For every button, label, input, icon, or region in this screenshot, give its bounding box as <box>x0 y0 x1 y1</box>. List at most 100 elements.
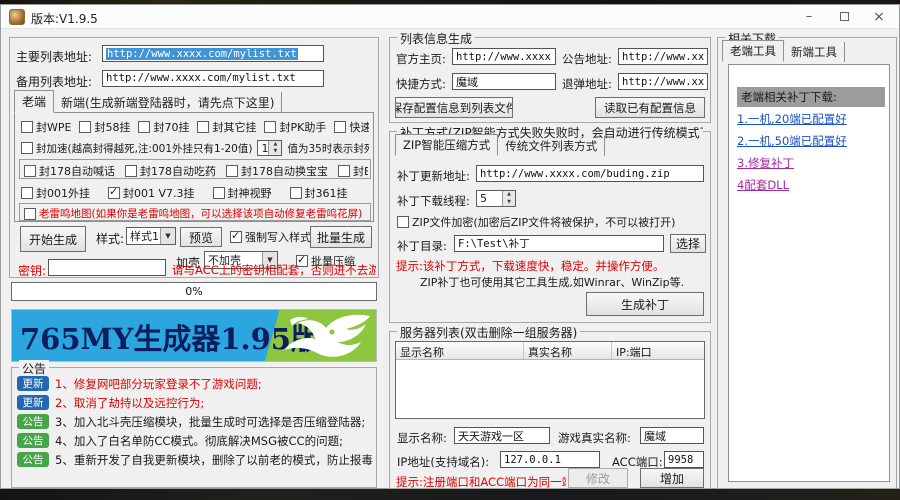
threads-label: 补丁下载线程: <box>397 193 470 209</box>
tab-traditional-mode[interactable]: 传统文件列表方式 <box>498 136 605 156</box>
minimize-button[interactable]: – <box>794 7 824 27</box>
patch-url-label: 补丁更新地址: <box>397 168 470 184</box>
start-generate-button[interactable]: 开始生成 <box>20 226 86 252</box>
read-config-button[interactable]: 读取已有配置信息 <box>595 97 705 118</box>
check-force-style[interactable]: 强制写入样式 <box>230 229 311 245</box>
tab-old-tools[interactable]: 老端工具 <box>722 40 784 62</box>
backup-list-input[interactable]: http://www.xxxx.com/mylist.txt <box>102 70 324 87</box>
add-server-button[interactable]: 增加 <box>640 468 704 488</box>
check-zip-encrypt[interactable]: ZIP文件加密(加密后ZIP文件将被保护，不可以被打开) <box>397 214 705 230</box>
check-other[interactable]: 封其它挂 <box>197 119 256 135</box>
check-361[interactable]: 封361挂 <box>290 185 348 201</box>
notice-item: 公告5、重新开发了自我更新模块，删除了以前老的模式，防止报毒; <box>17 450 373 469</box>
notice-badge: 公告 <box>17 414 49 429</box>
server-group-title: 服务器列表(双击删除一组服务器) <box>397 324 580 341</box>
home-label: 官方主页: <box>396 51 446 67</box>
checkbox-icon <box>197 121 209 133</box>
check-leiming-box: 老雷鸣地图(如果你是老雷鸣地图，可以选择该项自动修复老雷鸣花屏) <box>19 203 371 221</box>
ip-input[interactable] <box>500 451 600 468</box>
style-select[interactable]: 样式1▼ <box>126 227 176 245</box>
notice-item: 更新1、修复网吧部分玩家登录不了游戏问题; <box>17 374 373 393</box>
speed-value-spinner[interactable]: 1▲▼ <box>257 140 282 156</box>
checkbox-icon <box>21 121 33 133</box>
server-hint: 提示:注册端口和ACC端口为同一端口. <box>396 474 566 490</box>
maximize-button[interactable] <box>829 7 859 27</box>
check-row-178: 封178自动喊话 封178自动吃药 封178自动换宝宝 封BOSS提醒 <box>24 163 368 179</box>
check-pk[interactable]: 封PK助手 <box>264 119 326 135</box>
key-input[interactable] <box>48 259 166 276</box>
check-178-pet[interactable]: 封178自动换宝宝 <box>226 163 328 179</box>
check-godview[interactable]: 封神视野 <box>213 185 272 201</box>
server-groupbox: 服务器列表(双击删除一组服务器) 显示名称 真实名称 IP:端口 显示名称: 游… <box>389 331 711 489</box>
col-display-name[interactable]: 显示名称 <box>396 342 524 359</box>
patch-url-input[interactable] <box>476 165 704 182</box>
preview-button[interactable]: 预览 <box>180 227 222 247</box>
modify-server-button[interactable]: 修改 <box>568 468 628 488</box>
tab-new-client[interactable]: 新端(生成新端登陆器时，请先点下这里) <box>54 92 282 113</box>
chevron-down-icon: ▼ <box>160 228 175 244</box>
check-001-v73[interactable]: 封001 V7.3挂 <box>108 185 195 201</box>
check-fastenter[interactable]: 快速进游戏 <box>334 119 369 135</box>
acc-port-input[interactable] <box>664 451 704 468</box>
checkbox-checked-icon <box>108 187 120 199</box>
check-row-001: 封001外挂 封001 V7.3挂 封神视野 封361挂 <box>21 185 369 201</box>
choose-dir-button[interactable]: 选择 <box>670 234 706 253</box>
save-config-button[interactable]: 保存配置信息到列表文件 <box>395 97 513 118</box>
check-leiming[interactable]: 老雷鸣地图(如果你是老雷鸣地图，可以选择该项自动修复老雷鸣花屏) <box>24 206 368 221</box>
speed-suffix-label: 值为35时表示封死. <box>287 141 369 156</box>
checkbox-checked-icon <box>230 231 242 243</box>
tab-zip-mode[interactable]: ZIP智能压缩方式 <box>395 134 498 156</box>
check-178-shout[interactable]: 封178自动喊话 <box>24 163 115 179</box>
threads-spinner[interactable]: 5▲▼ <box>476 190 516 207</box>
check-70[interactable]: 封70挂 <box>138 119 189 135</box>
server-table[interactable]: 显示名称 真实名称 IP:端口 <box>395 341 705 419</box>
patch-hint-black: ZIP补丁也可使用其它工具生成,如Winrar、WinZip等. <box>420 274 706 290</box>
notice-list: 更新1、修复网吧部分玩家登录不了游戏问题; 更新2、取消了劫持以及远控行为; 公… <box>17 374 373 469</box>
patch-dir-input[interactable] <box>454 235 664 252</box>
notice-url-input[interactable] <box>618 48 708 65</box>
checkbox-icon <box>24 165 36 177</box>
check-wpe[interactable]: 封WPE <box>21 119 71 135</box>
close-button[interactable]: × <box>864 7 894 27</box>
checkbox-icon <box>290 187 302 199</box>
download-link-4[interactable]: 4配套DLL <box>737 177 789 193</box>
download-link-3[interactable]: 3.修复补丁 <box>737 155 794 171</box>
client-tabstrip: 老端 新端(生成新端登陆器时，请先点下这里) <box>14 94 282 113</box>
generate-patch-button[interactable]: 生成补丁 <box>586 292 704 316</box>
download-link-2[interactable]: 2.一机,50端已配置好 <box>737 133 847 149</box>
col-ip-port[interactable]: IP:端口 <box>612 342 704 359</box>
home-input[interactable] <box>452 48 556 65</box>
server-table-header: 显示名称 真实名称 IP:端口 <box>396 342 704 360</box>
notice-item: 更新2、取消了劫持以及远控行为; <box>17 393 373 412</box>
checkbox-icon <box>21 142 33 154</box>
desktop-strip-bottom <box>0 489 900 500</box>
tab-new-tools[interactable]: 新端工具 <box>784 42 845 62</box>
real-name-input[interactable] <box>640 427 704 444</box>
download-link-1[interactable]: 1.一机,20端已配置好 <box>737 111 847 127</box>
primary-list-input[interactable]: http://www.xxxx.com/mylist.txt <box>102 45 324 62</box>
check-speed[interactable]: 封加速(越高封得越死,注:001外挂只有1-20值) <box>21 141 252 156</box>
notice-groupbox: 公告 更新1、修复网吧部分玩家登录不了游戏问题; 更新2、取消了劫持以及远控行为… <box>11 367 377 488</box>
primary-list-label: 主要列表地址: <box>16 48 92 65</box>
list-info-title: 列表信息生成 <box>397 30 475 47</box>
checkbox-icon <box>338 165 350 177</box>
checkbox-icon <box>125 165 137 177</box>
downloads-header: 老端相关补丁下载: <box>737 87 885 107</box>
display-name-input[interactable] <box>454 427 550 444</box>
checkbox-icon <box>334 121 346 133</box>
downloads-panel: 老端相关补丁下载: 1.一机,20端已配置好 2.一机,50端已配置好 3.修复… <box>728 64 890 482</box>
check-boss[interactable]: 封BOSS提醒 <box>338 163 368 179</box>
patch-tabstrip: ZIP智能压缩方式 传统文件列表方式 <box>395 137 605 156</box>
check-001[interactable]: 封001外挂 <box>21 185 90 201</box>
check-row-1: 封WPE 封58挂 封70挂 封其它挂 封PK助手 快速进游戏 <box>21 119 369 135</box>
tab-old-client[interactable]: 老端 <box>14 90 54 113</box>
col-real-name[interactable]: 真实名称 <box>524 342 612 359</box>
spinner-arrows-icon[interactable]: ▲▼ <box>268 141 281 155</box>
check-58[interactable]: 封58挂 <box>79 119 130 135</box>
ip-label: IP地址(支持域名): <box>397 454 489 470</box>
bounce-input[interactable] <box>618 73 708 90</box>
check-178-med[interactable]: 封178自动吃药 <box>125 163 216 179</box>
spinner-arrows-icon[interactable]: ▲▼ <box>502 191 515 206</box>
shortcut-input[interactable] <box>452 73 556 90</box>
batch-generate-button[interactable]: 批量生成 <box>310 226 372 248</box>
